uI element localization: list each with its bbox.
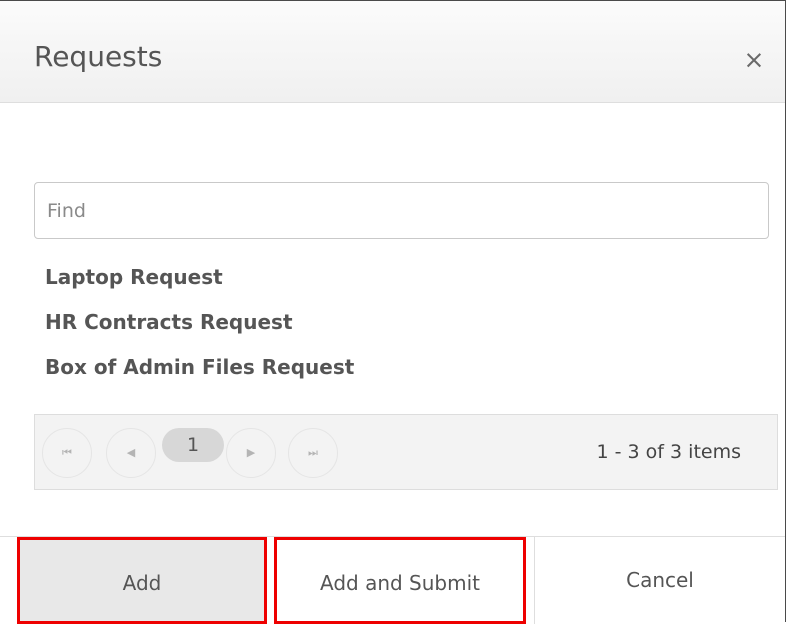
dialog-footer: Add Add and Submit Cancel — [0, 536, 785, 624]
request-item-admin-files[interactable]: Box of Admin Files Request — [45, 352, 645, 397]
pager: ⏮ ◀ 1 ▶ ⏭ 1 - 3 of 3 items — [34, 414, 778, 490]
requests-dialog: Requests × Laptop Request HR Contracts R… — [0, 0, 786, 624]
request-item-laptop[interactable]: Laptop Request — [45, 262, 645, 307]
request-list: Laptop Request HR Contracts Request Box … — [45, 262, 645, 397]
last-page-icon[interactable]: ⏭ — [288, 428, 338, 478]
close-icon[interactable]: × — [739, 45, 769, 75]
previous-page-icon[interactable]: ◀ — [106, 428, 156, 478]
dialog-titlebar: Requests × — [0, 1, 785, 103]
pager-info: 1 - 3 of 3 items — [596, 441, 741, 463]
add-and-submit-button[interactable]: Add and Submit — [274, 537, 526, 624]
find-input[interactable] — [34, 182, 769, 239]
dialog-title: Requests — [34, 40, 163, 73]
cancel-button[interactable]: Cancel — [534, 537, 785, 624]
add-button[interactable]: Add — [17, 537, 267, 624]
first-page-icon[interactable]: ⏮ — [42, 428, 92, 478]
request-item-hr-contracts[interactable]: HR Contracts Request — [45, 307, 645, 352]
next-page-icon[interactable]: ▶ — [226, 428, 276, 478]
page-current[interactable]: 1 — [162, 428, 224, 462]
